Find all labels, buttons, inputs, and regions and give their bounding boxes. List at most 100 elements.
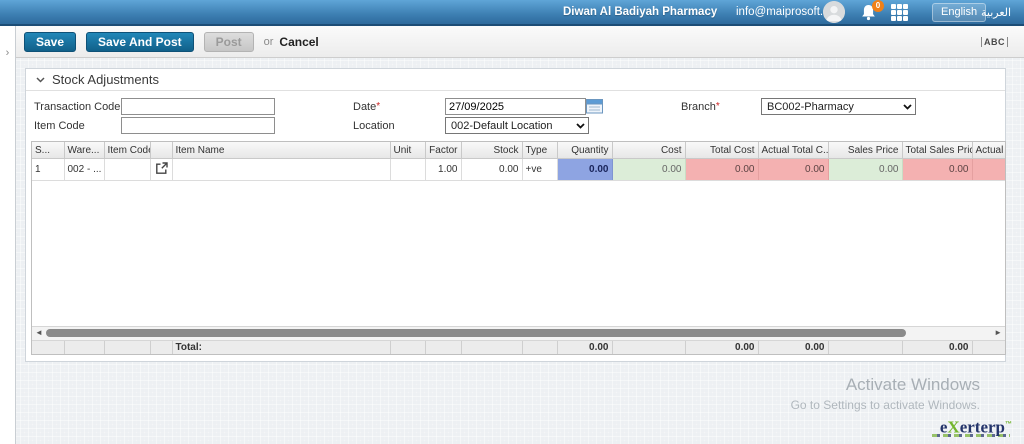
cell-warehouse[interactable]: 002 - ...: [64, 159, 104, 181]
person-icon: [823, 1, 845, 23]
top-bar: Diwan Al Badiyah Pharmacy info@maiprosof…: [0, 0, 1024, 26]
col-header-warehouse: Ware...: [64, 142, 104, 159]
section-header[interactable]: Stock Adjustments: [26, 69, 1005, 91]
col-header-actual_total_cost: Actual Total C...: [758, 142, 828, 159]
avatar[interactable]: [823, 1, 845, 23]
cell-factor[interactable]: 1.00: [425, 159, 461, 181]
total-item_name: Total:: [172, 341, 390, 354]
collapsed-sidebar: ›: [0, 26, 16, 444]
stock-adjustments-panel: Stock Adjustments Transaction Code Item …: [25, 68, 1006, 362]
grid-total-row: Total:0.000.000.000.00: [32, 341, 1005, 354]
grid-empty-area: [32, 181, 1005, 326]
language-english-button[interactable]: English: [932, 3, 986, 22]
cell-item_code[interactable]: [104, 159, 150, 181]
save-and-post-button[interactable]: Save And Post: [86, 32, 194, 52]
activate-windows-watermark: Activate Windows: [846, 375, 980, 395]
header-form: Transaction Code Item Code Date* Locatio…: [26, 91, 1005, 139]
language-arabic-button[interactable]: العربية: [981, 6, 1011, 19]
required-asterisk: *: [376, 101, 380, 112]
total-open: [150, 341, 172, 354]
activate-windows-subtext: Go to Settings to activate Windows.: [791, 398, 980, 412]
grid-header-row: S...Ware...Item CodeItem NameUnitFactorS…: [32, 142, 1005, 159]
total-type: [522, 341, 557, 354]
required-asterisk: *: [716, 101, 720, 112]
cell-total_sales_price[interactable]: 0.00: [902, 159, 972, 181]
col-header-stock: Stock: [461, 142, 522, 159]
or-text: or: [264, 36, 274, 48]
cell-actual_total_cost[interactable]: 0.00: [758, 159, 828, 181]
scroll-left-icon[interactable]: ◄: [35, 328, 43, 338]
total-actual_total_cost: 0.00: [758, 341, 828, 354]
grid-table: S...Ware...Item CodeItem NameUnitFactorS…: [32, 142, 1006, 181]
location-value: 002-Default Location: [451, 120, 553, 132]
item-code-label: Item Code: [34, 120, 85, 132]
cell-item_name[interactable]: [172, 159, 390, 181]
total-total_sales_price: 0.00: [902, 341, 972, 354]
date-label: Date*: [353, 101, 380, 113]
cell-quantity[interactable]: 0.00: [557, 159, 612, 181]
total-item_code: [104, 341, 150, 354]
exerterp-logo: eXerterp™: [940, 416, 1012, 436]
cell-sales_price[interactable]: 0.00: [828, 159, 902, 181]
cell-type[interactable]: +ve: [522, 159, 557, 181]
cell-sno[interactable]: 1: [32, 159, 64, 181]
col-header-total_cost: Total Cost: [685, 142, 758, 159]
total-sno: [32, 341, 64, 354]
col-header-sales_price: Sales Price: [828, 142, 902, 159]
cell-open[interactable]: [150, 159, 172, 181]
total-factor: [425, 341, 461, 354]
col-header-quantity: Quantity: [557, 142, 612, 159]
location-select[interactable]: 002-Default Location: [445, 117, 589, 134]
col-header-actual_tail: Actual T: [972, 142, 1005, 159]
col-header-total_sales_price: Total Sales Price: [902, 142, 972, 159]
total-quantity: 0.00: [557, 341, 612, 354]
cell-cost[interactable]: 0.00: [612, 159, 685, 181]
calendar-icon[interactable]: [586, 98, 603, 114]
date-input[interactable]: [445, 98, 586, 115]
branch-label: Branch*: [681, 101, 720, 113]
apps-grid-icon[interactable]: [891, 4, 908, 21]
save-button[interactable]: Save: [24, 32, 76, 52]
post-button[interactable]: Post: [204, 32, 254, 52]
total-total_cost: 0.00: [685, 341, 758, 354]
col-header-open: [150, 142, 172, 159]
chevron-down-icon: [903, 104, 912, 110]
spellcheck-abc-icon[interactable]: ABC: [981, 37, 1008, 47]
total-stock: [461, 341, 522, 354]
toolbar: Save Save And Post Post or Cancel ABC: [16, 26, 1024, 58]
cell-total_cost[interactable]: 0.00: [685, 159, 758, 181]
horizontal-scrollbar[interactable]: ◄ ►: [32, 326, 1005, 341]
total-cost: [612, 341, 685, 354]
open-item-icon[interactable]: [155, 162, 168, 175]
col-header-unit: Unit: [390, 142, 425, 159]
col-header-item_code: Item Code: [104, 142, 150, 159]
item-code-input[interactable]: [121, 117, 275, 134]
notification-count-badge: 0: [872, 0, 884, 12]
total-sales_price: [828, 341, 902, 354]
grid-total-table: Total:0.000.000.000.00: [32, 341, 1006, 354]
col-header-factor: Factor: [425, 142, 461, 159]
scrollbar-thumb[interactable]: [46, 329, 906, 337]
items-grid: S...Ware...Item CodeItem NameUnitFactorS…: [31, 141, 1006, 355]
branch-value: BC002-Pharmacy: [767, 101, 854, 113]
col-header-sno: S...: [32, 142, 64, 159]
transaction-code-input[interactable]: [121, 98, 275, 115]
grid-data-row: 1002 - ...1.000.00+ve0.000.000.000.000.0…: [32, 159, 1005, 181]
total-warehouse: [64, 341, 104, 354]
location-label: Location: [353, 120, 395, 132]
page-title: Stock Adjustments: [52, 72, 159, 87]
cell-actual_tail[interactable]: [972, 159, 1005, 181]
total-actual_tail: [972, 341, 1005, 354]
total-unit: [390, 341, 425, 354]
scroll-right-icon[interactable]: ►: [994, 328, 1002, 338]
chevron-down-icon: [576, 123, 585, 129]
branch-select[interactable]: BC002-Pharmacy: [761, 98, 916, 115]
sidebar-expand-icon[interactable]: ›: [0, 48, 15, 58]
col-header-cost: Cost: [612, 142, 685, 159]
cell-stock[interactable]: 0.00: [461, 159, 522, 181]
company-name: Diwan Al Badiyah Pharmacy: [563, 6, 717, 18]
cell-unit[interactable]: [390, 159, 425, 181]
cancel-link[interactable]: Cancel: [279, 35, 318, 49]
col-header-type: Type: [522, 142, 557, 159]
chevron-down-icon: [36, 77, 45, 83]
